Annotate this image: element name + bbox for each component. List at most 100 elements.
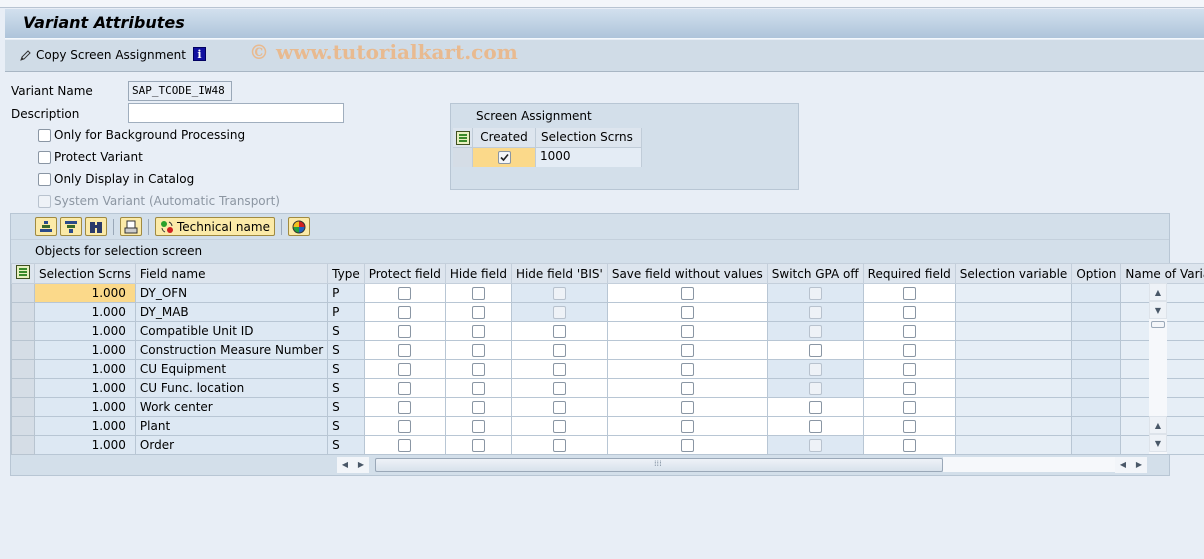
option-cell[interactable] — [1071, 416, 1122, 436]
hide-field-bis-checkbox[interactable] — [552, 382, 566, 395]
hide-field-bis-checkbox[interactable] — [552, 363, 566, 376]
page-up-button[interactable]: ▲ — [1149, 416, 1167, 434]
required-field[interactable] — [862, 359, 956, 379]
column-header-field-name[interactable]: Field name — [134, 263, 329, 284]
only-background-processing-checkbox[interactable]: Only for Background Processing — [38, 128, 245, 142]
option-cell[interactable] — [1071, 378, 1122, 398]
row-selector[interactable] — [11, 302, 35, 322]
hide-field-bis-checkbox[interactable] — [552, 439, 566, 452]
copy-screen-assignment-button[interactable]: Copy Screen Assignment — [19, 48, 186, 62]
created-cell[interactable] — [473, 148, 536, 167]
save-field-without-values-checkbox[interactable] — [680, 401, 694, 414]
column-header-save-field-without-values[interactable]: Save field without values — [606, 263, 768, 284]
save-field-without-values[interactable] — [606, 397, 768, 417]
selection-variable-cell[interactable] — [954, 321, 1073, 341]
select-all-button[interactable] — [11, 263, 35, 284]
scroll-right-button[interactable]: ▶ — [353, 456, 369, 473]
hide-field-bis[interactable] — [510, 416, 608, 436]
vertical-scrollbar[interactable]: ▲ ▼ ▲ ▼ — [1149, 283, 1167, 454]
column-header-protect-field[interactable]: Protect field — [363, 263, 446, 284]
save-field-without-values-checkbox[interactable] — [680, 344, 694, 357]
scroll-up-button[interactable]: ▲ — [1149, 283, 1167, 301]
save-field-without-values[interactable] — [606, 435, 768, 455]
column-header-variable-name[interactable]: Name of Variable (Input — [1120, 263, 1204, 284]
created-checkbox[interactable] — [497, 151, 511, 164]
protect-field-checkbox[interactable] — [398, 287, 412, 300]
selection-variable-cell[interactable] — [954, 359, 1073, 379]
row-selector[interactable] — [11, 416, 35, 436]
protect-field[interactable] — [363, 340, 446, 360]
hide-field-checkbox[interactable] — [471, 344, 485, 357]
switch-gpa-off[interactable] — [766, 397, 864, 417]
hide-field-bis[interactable] — [510, 378, 608, 398]
color-legend-button[interactable] — [287, 217, 310, 236]
hide-field[interactable] — [444, 321, 512, 341]
save-field-without-values-checkbox[interactable] — [680, 382, 694, 395]
option-cell[interactable] — [1071, 302, 1122, 322]
required-field[interactable] — [862, 283, 956, 303]
save-field-without-values[interactable] — [606, 283, 768, 303]
option-cell[interactable] — [1071, 283, 1122, 303]
save-field-without-values-checkbox[interactable] — [680, 287, 694, 300]
save-field-without-values[interactable] — [606, 340, 768, 360]
hide-field[interactable] — [444, 435, 512, 455]
option-cell[interactable] — [1071, 359, 1122, 379]
switch-gpa-off-checkbox[interactable] — [808, 344, 822, 357]
selection-variable-cell[interactable] — [954, 397, 1073, 417]
page-right-button[interactable]: ▶ — [1131, 456, 1147, 473]
save-field-without-values[interactable] — [606, 359, 768, 379]
protect-field[interactable] — [363, 435, 446, 455]
protect-field-checkbox[interactable] — [398, 382, 412, 395]
required-field-checkbox[interactable] — [902, 363, 916, 376]
scroll-down-button[interactable]: ▼ — [1149, 301, 1167, 319]
selection-variable-cell[interactable] — [954, 416, 1073, 436]
hide-field-checkbox[interactable] — [471, 363, 485, 376]
checkbox-box[interactable] — [38, 172, 51, 186]
selection-variable-cell[interactable] — [954, 283, 1073, 303]
hide-field-checkbox[interactable] — [471, 439, 485, 452]
hide-field-checkbox[interactable] — [471, 325, 485, 338]
find-button[interactable] — [85, 217, 107, 236]
protect-field[interactable] — [363, 378, 446, 398]
hide-field[interactable] — [444, 283, 512, 303]
hide-field-bis-checkbox[interactable] — [552, 325, 566, 338]
column-header-created[interactable]: Created — [473, 128, 536, 148]
selection-variable-cell[interactable] — [954, 378, 1073, 398]
required-field[interactable] — [862, 302, 956, 322]
column-header-switch-gpa-off[interactable]: Switch GPA off — [766, 263, 864, 284]
required-field-checkbox[interactable] — [902, 401, 916, 414]
hide-field[interactable] — [444, 359, 512, 379]
column-header-option[interactable]: Option — [1071, 263, 1122, 284]
row-selector[interactable] — [453, 148, 473, 167]
protect-field[interactable] — [363, 321, 446, 341]
column-header-type[interactable]: Type — [327, 263, 365, 284]
hide-field-bis-checkbox[interactable] — [552, 401, 566, 414]
row-selector[interactable] — [11, 283, 35, 303]
required-field-checkbox[interactable] — [902, 325, 916, 338]
required-field[interactable] — [862, 340, 956, 360]
hide-field[interactable] — [444, 340, 512, 360]
required-field-checkbox[interactable] — [902, 420, 916, 433]
protect-field-checkbox[interactable] — [398, 363, 412, 376]
info-icon[interactable]: i — [193, 47, 206, 61]
row-selector[interactable] — [11, 378, 35, 398]
required-field[interactable] — [862, 435, 956, 455]
protect-field-checkbox[interactable] — [398, 306, 412, 319]
page-left-button[interactable]: ◀ — [1115, 456, 1131, 473]
required-field-checkbox[interactable] — [902, 306, 916, 319]
technical-name-button[interactable]: Technical name — [155, 217, 275, 236]
protect-field[interactable] — [363, 397, 446, 417]
hide-field[interactable] — [444, 302, 512, 322]
filter-button[interactable] — [60, 217, 82, 236]
hide-field-checkbox[interactable] — [471, 306, 485, 319]
protect-variant-checkbox[interactable]: Protect Variant — [38, 150, 143, 164]
switch-gpa-off[interactable] — [766, 416, 864, 436]
switch-gpa-off-checkbox[interactable] — [808, 401, 822, 414]
protect-field[interactable] — [363, 359, 446, 379]
column-header-selection-scrns[interactable]: Selection Scrns — [34, 263, 136, 284]
protect-field-checkbox[interactable] — [398, 420, 412, 433]
hide-field-checkbox[interactable] — [471, 401, 485, 414]
selection-variable-cell[interactable] — [954, 435, 1073, 455]
option-cell[interactable] — [1071, 340, 1122, 360]
required-field[interactable] — [862, 397, 956, 417]
